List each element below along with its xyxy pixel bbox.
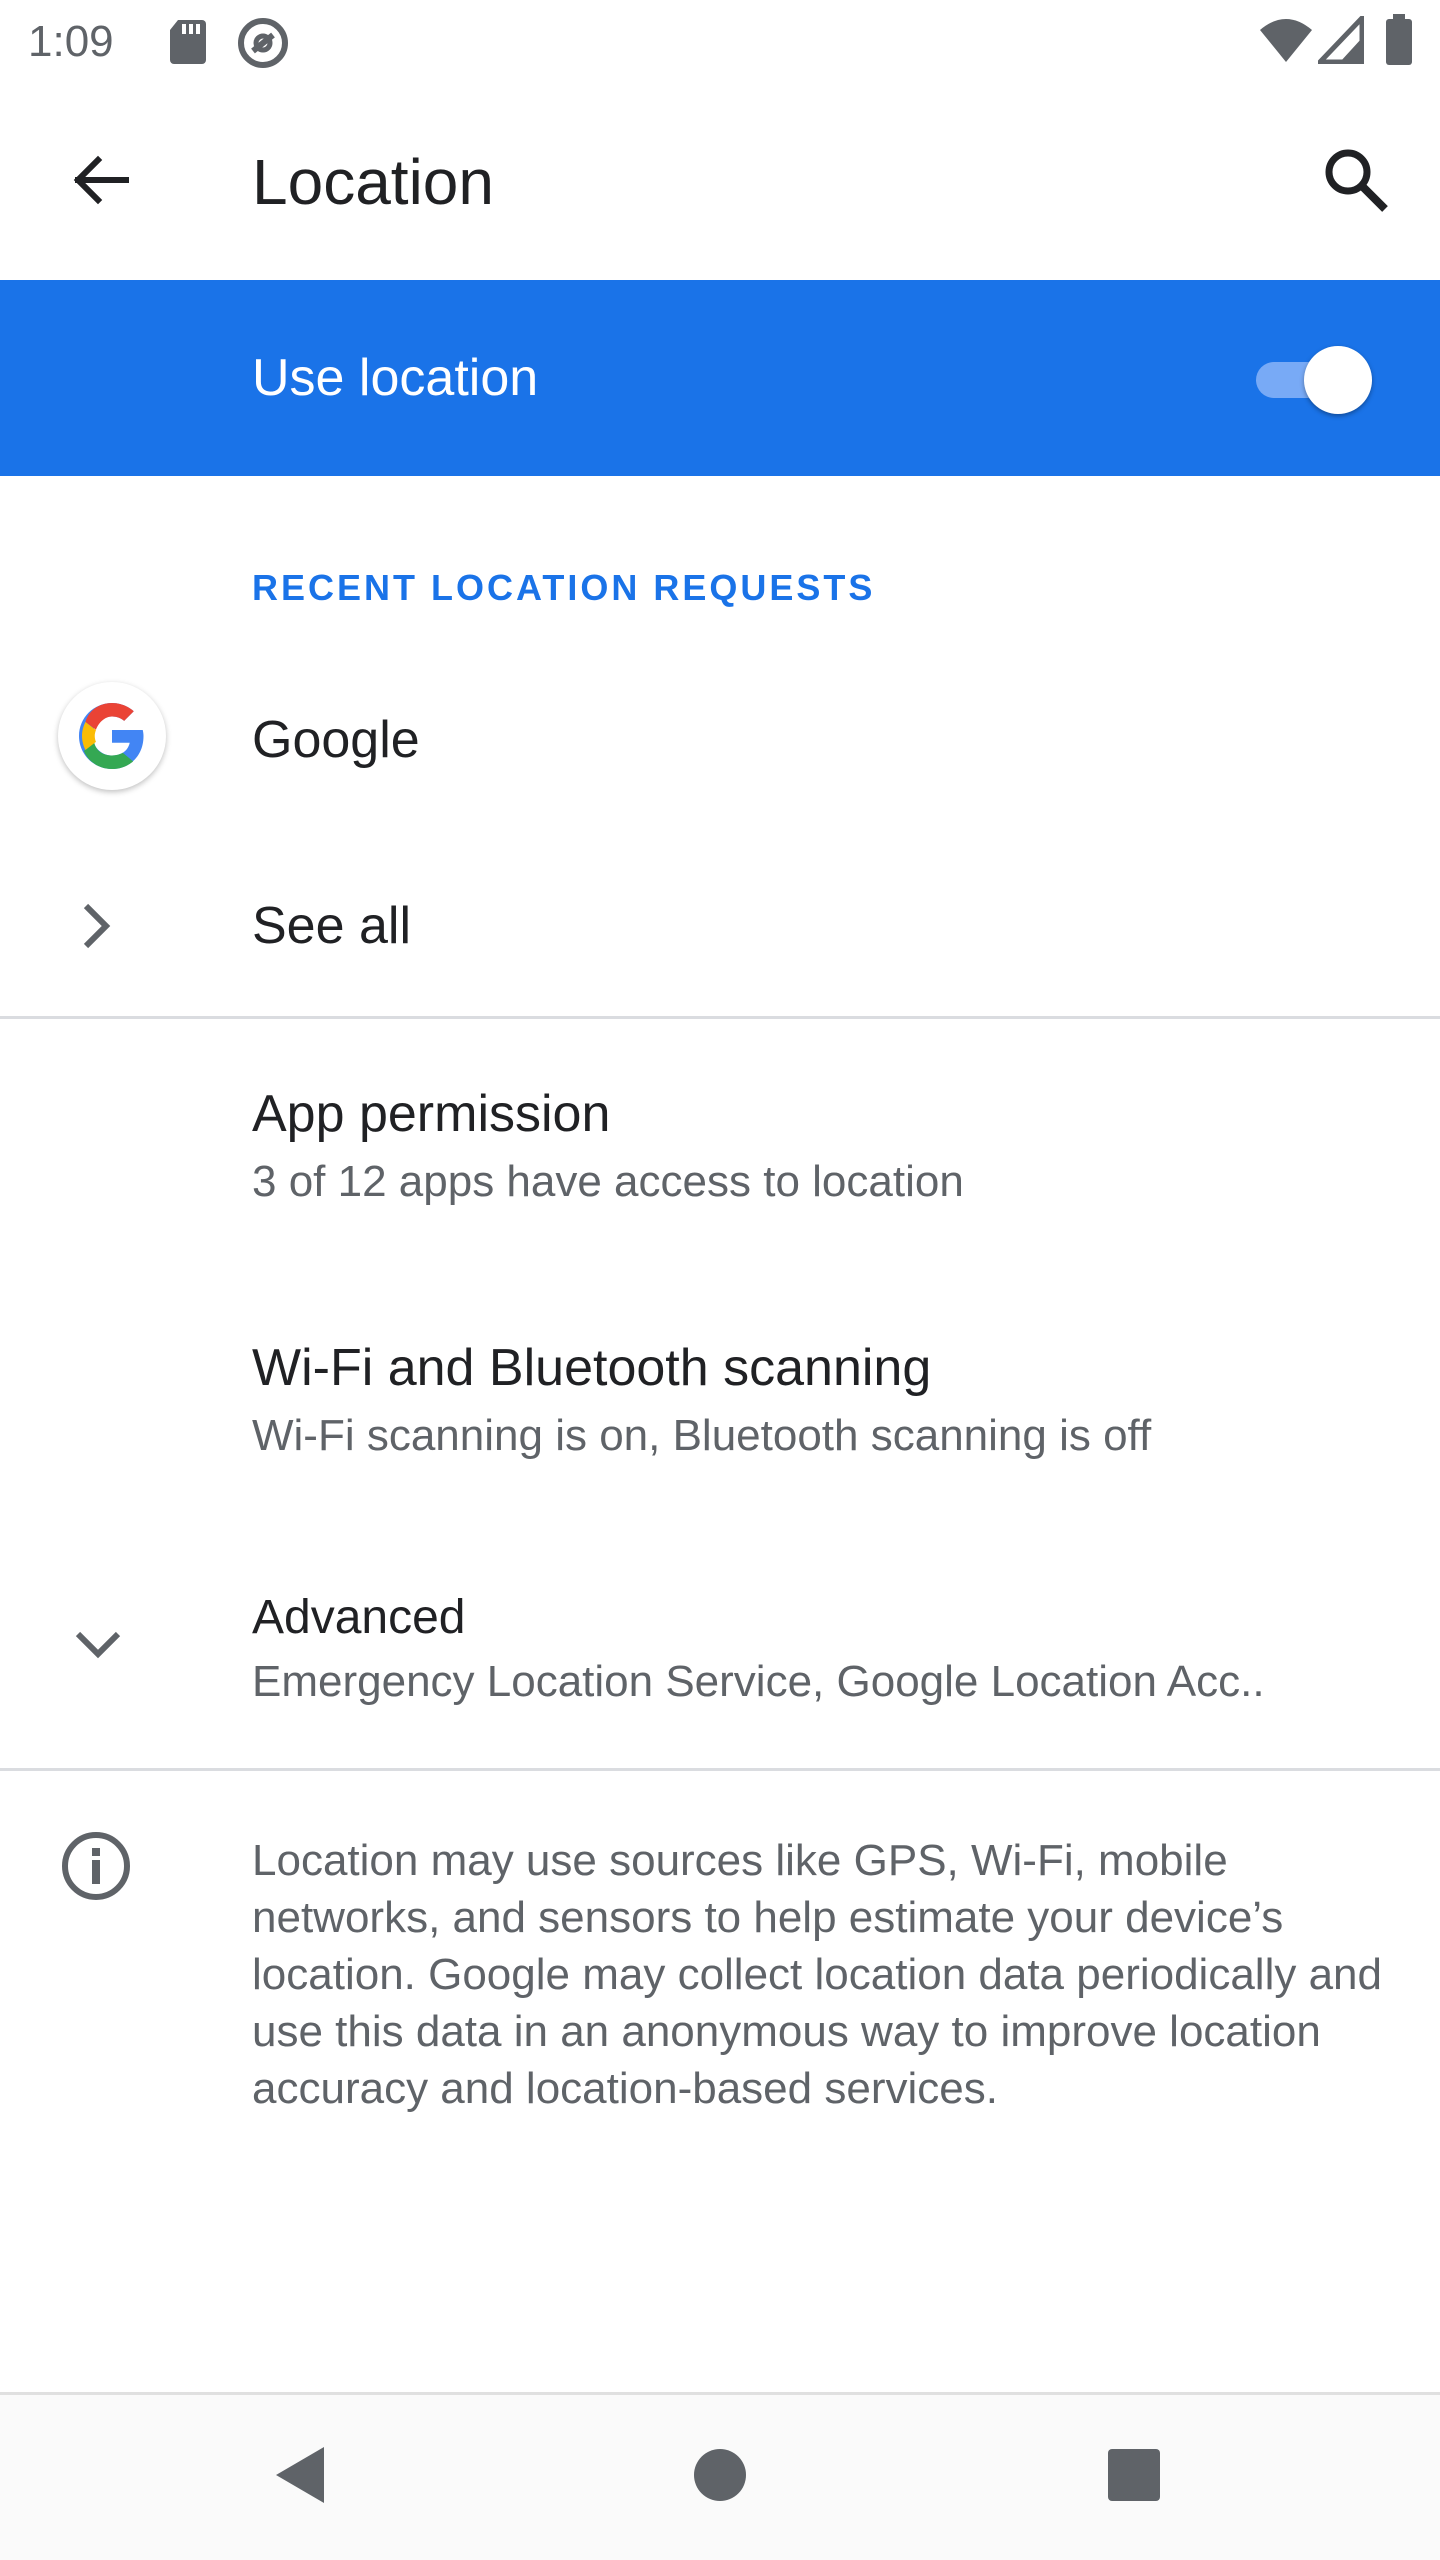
advanced-row[interactable]	[0, 1540, 1440, 1760]
recent-app-name: Google	[252, 711, 420, 769]
see-all-row[interactable]	[0, 858, 1440, 994]
wifi-bluetooth-scanning-title: Wi-Fi and Bluetooth scanning	[252, 1339, 932, 1397]
sd-card-icon	[168, 18, 208, 71]
wifi-icon	[1258, 16, 1314, 69]
google-g-icon	[58, 682, 166, 790]
navigation-bar	[0, 2392, 1440, 2560]
nav-back-icon	[276, 2447, 324, 2503]
cell-signal-icon	[1314, 11, 1365, 69]
page-title: Location	[252, 146, 494, 218]
toggle-thumb	[1304, 346, 1372, 414]
chevron-right-icon	[74, 898, 118, 959]
see-all-label: See all	[252, 897, 411, 955]
data-saver-icon	[236, 16, 290, 75]
wifi-bluetooth-scanning-summary: Wi-Fi scanning is on, Bluetooth scanning…	[252, 1411, 1152, 1460]
footer-description: Location may use sources like GPS, Wi-Fi…	[252, 1836, 1382, 2113]
use-location-toggle[interactable]	[1250, 340, 1376, 420]
nav-home-button[interactable]	[650, 2405, 790, 2545]
status-bar: 1:09	[0, 0, 1440, 84]
nav-recents-icon	[1108, 2449, 1160, 2501]
divider	[0, 1768, 1440, 1771]
back-button[interactable]	[40, 120, 160, 240]
nav-recents-button[interactable]	[1064, 2405, 1204, 2545]
nav-home-icon	[694, 2449, 746, 2501]
arrow-back-icon	[73, 155, 129, 205]
app-bar	[0, 84, 1440, 280]
nav-back-button[interactable]	[232, 2405, 372, 2545]
advanced-title: Advanced	[252, 1591, 466, 1644]
app-permission-title: App permission	[252, 1085, 611, 1143]
divider	[0, 1016, 1440, 1019]
status-time: 1:09	[28, 17, 114, 66]
advanced-summary: Emergency Location Service, Google Locat…	[252, 1657, 1265, 1706]
info-icon	[60, 1830, 132, 1907]
chevron-down-icon	[70, 1622, 126, 1671]
use-location-bar[interactable]	[0, 280, 1440, 476]
wifi-bluetooth-scanning-row[interactable]	[0, 1290, 1440, 1520]
battery-icon	[1384, 14, 1414, 71]
search-icon	[1325, 149, 1388, 212]
search-button[interactable]	[1296, 120, 1416, 240]
app-permission-summary: 3 of 12 apps have access to location	[252, 1157, 964, 1206]
recent-requests-header: RECENT LOCATION REQUESTS	[252, 567, 876, 608]
recent-app-row-google[interactable]	[0, 660, 1440, 812]
use-location-label: Use location	[252, 349, 539, 407]
